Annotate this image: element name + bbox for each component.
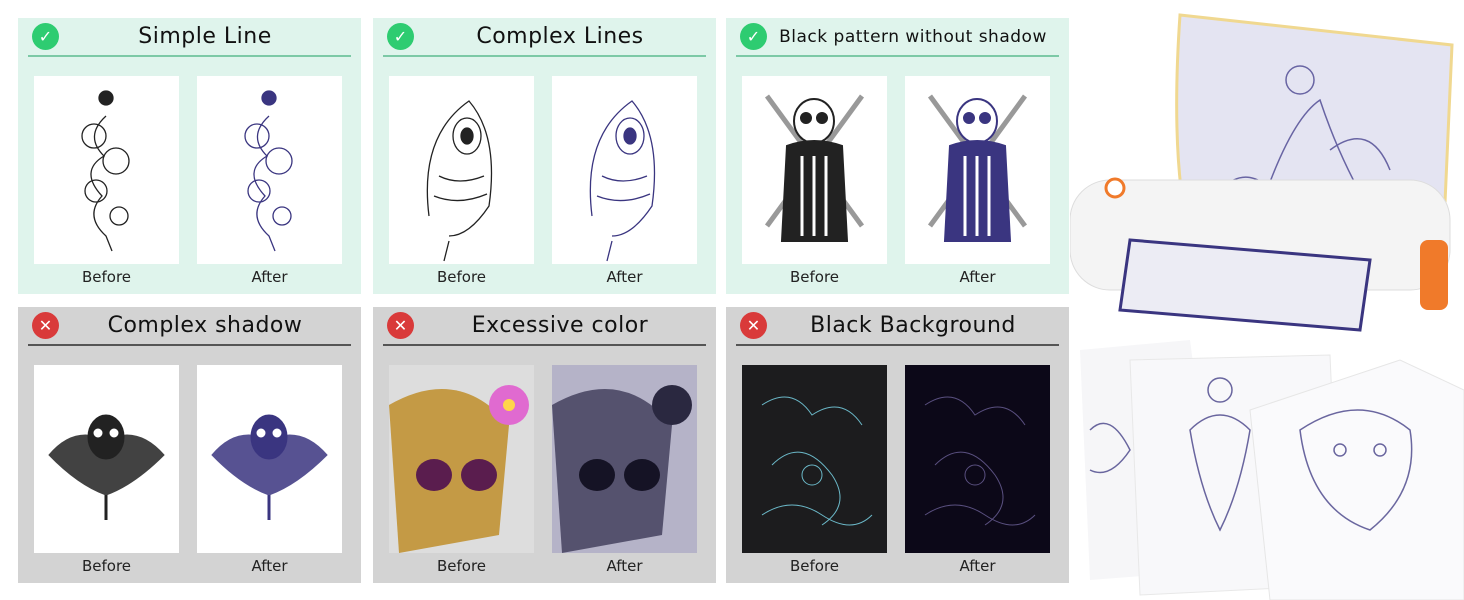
- after-image: [905, 365, 1050, 553]
- after-image: [197, 365, 342, 553]
- before-label: Before: [81, 557, 132, 575]
- before-image: [34, 365, 179, 553]
- panel-title: Black Background: [810, 313, 1016, 338]
- panel-complex-shadow: ✕ Complex shadow Before After: [18, 307, 361, 583]
- before-label: Before: [789, 268, 840, 286]
- panel-header: ✓ Complex Lines: [383, 18, 706, 57]
- panel-excessive-color: ✕ Excessive color Before After: [373, 307, 716, 583]
- check-circle-icon: ✓: [387, 23, 414, 50]
- panel-header: ✓ Simple Line: [28, 18, 351, 57]
- after-image: [552, 365, 697, 553]
- check-circle-icon: ✓: [32, 23, 59, 50]
- after-label: After: [606, 268, 643, 286]
- printer-illustration: [1070, 10, 1464, 600]
- after-image: [905, 76, 1050, 264]
- panel-black-pattern-without-shadow: ✓ Black pattern without shadow Before Af…: [726, 18, 1069, 294]
- after-label: After: [959, 268, 996, 286]
- before-image: [389, 76, 534, 264]
- after-image: [197, 76, 342, 264]
- before-image: [389, 365, 534, 553]
- before-image: [34, 76, 179, 264]
- before-label: Before: [436, 268, 487, 286]
- panel-title: Complex shadow: [107, 313, 303, 338]
- panel-header: ✕ Complex shadow: [28, 307, 351, 346]
- panel-header: ✕ Excessive color: [383, 307, 706, 346]
- panel-simple-line: ✓ Simple Line Before After: [18, 18, 361, 294]
- panel-header: ✕ Black Background: [736, 307, 1059, 346]
- x-circle-icon: ✕: [387, 312, 414, 339]
- before-label: Before: [789, 557, 840, 575]
- after-label: After: [251, 268, 288, 286]
- check-circle-icon: ✓: [740, 23, 767, 50]
- panel-title: Complex Lines: [476, 24, 644, 49]
- before-image: [742, 365, 887, 553]
- panel-complex-lines: ✓ Complex Lines Before After: [373, 18, 716, 294]
- before-label: Before: [81, 268, 132, 286]
- panel-title: Excessive color: [471, 313, 649, 338]
- before-label: Before: [436, 557, 487, 575]
- panel-header: ✓ Black pattern without shadow: [736, 18, 1059, 57]
- x-circle-icon: ✕: [740, 312, 767, 339]
- panel-title: Simple Line: [138, 24, 272, 49]
- panel-black-background: ✕ Black Background Before After: [726, 307, 1069, 583]
- after-image: [552, 76, 697, 264]
- after-label: After: [251, 557, 288, 575]
- panel-title: Black pattern without shadow: [779, 26, 1047, 47]
- after-label: After: [959, 557, 996, 575]
- after-label: After: [606, 557, 643, 575]
- x-circle-icon: ✕: [32, 312, 59, 339]
- before-image: [742, 76, 887, 264]
